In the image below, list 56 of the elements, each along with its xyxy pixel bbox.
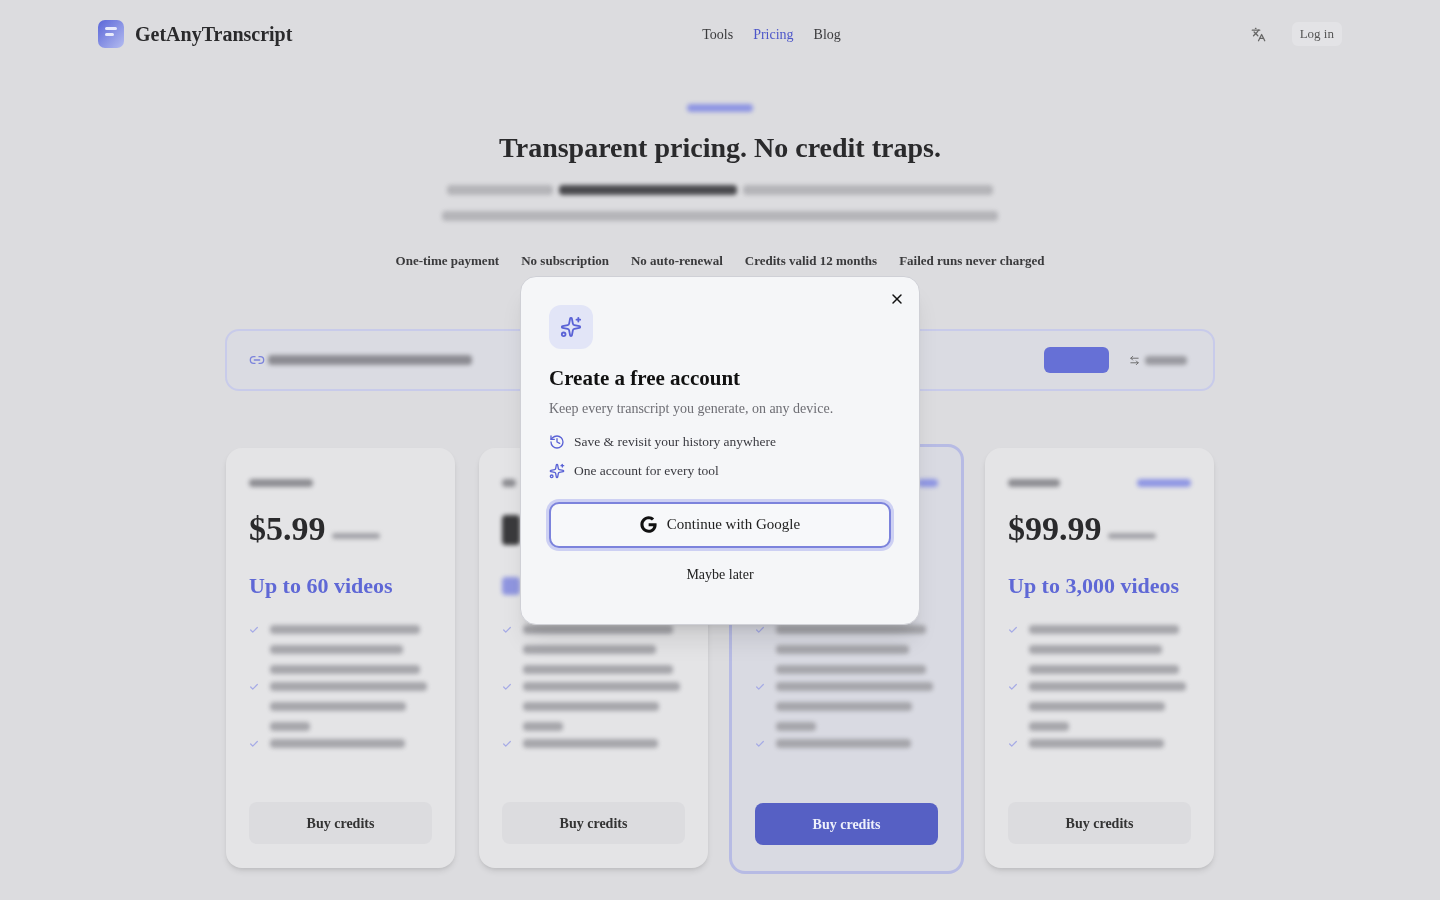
check-icon xyxy=(1008,682,1018,692)
blurred-line xyxy=(1008,479,1060,487)
google-sign-in-button[interactable]: Continue with Google xyxy=(549,501,891,548)
buy-credits-button[interactable]: Buy credits xyxy=(755,803,938,845)
price: $99.99 xyxy=(1008,509,1102,549)
sparkles-icon xyxy=(549,304,593,349)
check-icon xyxy=(755,739,765,749)
blurred-line xyxy=(1145,355,1187,365)
plan-videos: Up to 60 videos xyxy=(249,572,393,600)
check-icon xyxy=(249,739,259,749)
nav-link[interactable]: Pricing xyxy=(753,23,794,45)
feature-text: One account for every tool xyxy=(574,461,719,480)
nav-link[interactable]: Tools xyxy=(702,23,734,45)
feature-label: No subscription xyxy=(521,252,609,270)
check-icon xyxy=(502,682,512,692)
check-icon xyxy=(249,682,259,692)
language-icon[interactable] xyxy=(1250,26,1266,42)
check-icon xyxy=(1008,739,1018,749)
plan-videos: Up to 3,000 videos xyxy=(1008,572,1180,600)
feature-label: Failed runs never charged xyxy=(899,252,1045,270)
maybe-later-button[interactable]: Maybe later xyxy=(686,564,754,585)
dialog-description: Keep every transcript you generate, on any device. xyxy=(549,399,835,418)
price: $5.99 xyxy=(249,509,326,549)
sparkles-icon xyxy=(549,462,565,479)
buy-credits-button[interactable]: Buy credits xyxy=(502,802,685,844)
nav-link[interactable]: Blog xyxy=(813,23,841,45)
blurred-line xyxy=(1107,533,1156,539)
check-icon xyxy=(755,682,765,692)
buy-credits-button[interactable]: Buy credits xyxy=(249,802,432,844)
check-icon xyxy=(502,739,512,749)
dialog-title: Create a free account xyxy=(549,364,742,392)
check-icon xyxy=(502,625,512,635)
feature-label: Credits valid 12 months xyxy=(744,252,878,270)
blurred-line xyxy=(1029,722,1069,731)
blurred-line xyxy=(776,722,816,731)
history-icon xyxy=(549,433,565,450)
blurred-line xyxy=(523,722,563,731)
check-icon xyxy=(249,625,259,635)
check-icon xyxy=(1008,625,1018,635)
check-icon xyxy=(755,625,765,635)
blurred-line xyxy=(270,722,310,731)
page-heading: Transparent pricing. No credit traps. xyxy=(499,131,941,165)
blurred-line xyxy=(1137,479,1191,487)
google-g-icon xyxy=(639,516,657,533)
feature-label: No auto-renewal xyxy=(631,252,723,270)
logo-text: GetAnyTranscript xyxy=(135,22,293,48)
blurred-line xyxy=(331,533,380,539)
swap-icon xyxy=(1129,354,1140,366)
blurred-line xyxy=(249,479,313,487)
logo-icon xyxy=(98,20,124,48)
blurred-line xyxy=(502,479,516,487)
buy-credits-button[interactable]: Buy credits xyxy=(1008,802,1191,844)
feature-label: One-time payment xyxy=(395,252,500,270)
feature-text: Save & revisit your history anywhere xyxy=(574,432,777,451)
login-button[interactable]: Log in xyxy=(1291,22,1342,46)
blurred-line xyxy=(687,104,753,112)
